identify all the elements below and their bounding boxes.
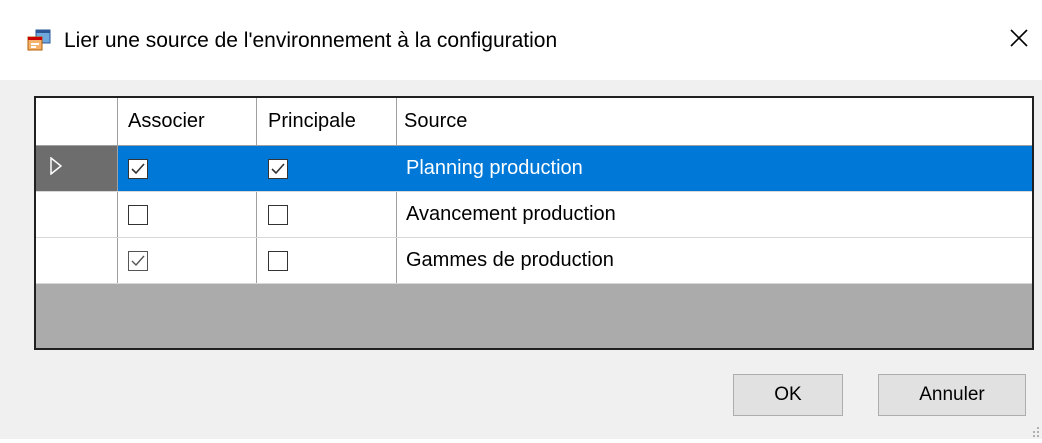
column-header-associer[interactable]: Associer xyxy=(118,98,257,145)
principale-checkbox-cell[interactable] xyxy=(257,192,397,237)
principale-checkbox[interactable] xyxy=(268,158,288,179)
principale-checkbox-cell[interactable] xyxy=(257,146,397,191)
ok-button[interactable]: OK xyxy=(733,374,843,416)
principale-checkbox[interactable] xyxy=(268,204,288,225)
table-row[interactable]: Avancement production xyxy=(36,192,1032,238)
row-header[interactable] xyxy=(36,192,118,237)
column-header-source[interactable]: Source xyxy=(397,98,1032,145)
grid-header-row: Associer Principale Source xyxy=(36,98,1032,146)
principale-checkbox[interactable] xyxy=(268,250,288,271)
cancel-button[interactable]: Annuler xyxy=(878,374,1026,416)
associer-checkbox[interactable] xyxy=(128,158,148,179)
source-cell[interactable]: Gammes de production xyxy=(397,238,1032,283)
associer-checkbox-cell[interactable] xyxy=(118,192,257,237)
row-header[interactable] xyxy=(36,238,118,283)
header-corner-cell[interactable] xyxy=(36,98,118,145)
associer-checkbox[interactable] xyxy=(128,204,148,225)
title-bar: Lier une source de l'environnement à la … xyxy=(0,0,1042,80)
window-title: Lier une source de l'environnement à la … xyxy=(64,29,558,52)
current-row-arrow-icon xyxy=(50,156,63,180)
source-cell[interactable]: Avancement production xyxy=(397,192,1032,237)
associer-checkbox-cell[interactable] xyxy=(118,146,257,191)
column-header-principale[interactable]: Principale xyxy=(257,98,397,145)
sources-data-grid[interactable]: Associer Principale Source Planning prod… xyxy=(34,96,1034,350)
associer-checkbox[interactable] xyxy=(128,250,148,271)
principale-checkbox-cell[interactable] xyxy=(257,238,397,283)
source-cell[interactable]: Planning production xyxy=(397,146,1032,191)
app-form-icon xyxy=(26,28,52,54)
dialog-window: Lier une source de l'environnement à la … xyxy=(0,0,1042,439)
associer-checkbox-cell[interactable] xyxy=(118,238,257,283)
close-icon xyxy=(1009,28,1029,53)
resize-grip-icon[interactable] xyxy=(1030,425,1040,443)
table-row[interactable]: Planning production xyxy=(36,146,1032,192)
row-header[interactable] xyxy=(36,146,118,191)
close-button[interactable] xyxy=(995,14,1042,66)
table-row[interactable]: Gammes de production xyxy=(36,238,1032,284)
